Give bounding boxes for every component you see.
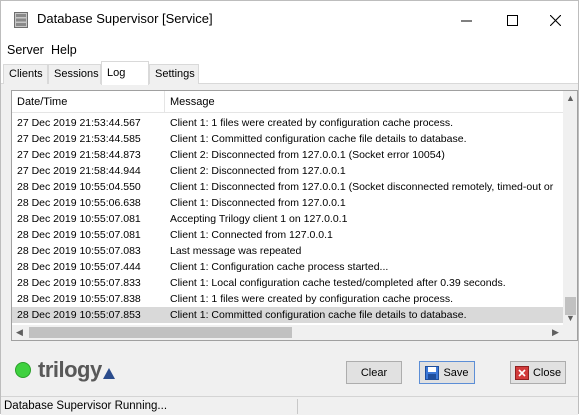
status-text: Database Supervisor Running... (4, 400, 168, 412)
log-cell-message: Client 2: Disconnected from 127.0.0.1 (170, 165, 346, 177)
vertical-scrollbar[interactable]: ▲ ▼ (563, 91, 577, 325)
status-bar: Database Supervisor Running... (1, 396, 578, 415)
log-grid[interactable]: Date/Time Message 27 Dec 2019 21:53:44.5… (11, 90, 578, 341)
logo-dot-icon (15, 362, 31, 378)
log-cell-datetime: 27 Dec 2019 21:53:44.585 (17, 133, 141, 145)
horizontal-scrollbar[interactable]: ◀ ▶ (12, 325, 577, 340)
log-cell-message: Client 1: Committed configuration cache … (170, 133, 467, 145)
close-window-button[interactable] (532, 1, 578, 39)
log-cell-datetime: 28 Dec 2019 10:55:07.083 (17, 245, 141, 257)
log-cell-message: Client 1: Disconnected from 127.0.0.1 (S… (170, 181, 554, 193)
log-row[interactable]: 28 Dec 2019 10:55:07.833 Client 1: Local … (12, 275, 563, 291)
horizontal-scroll-thumb[interactable] (29, 327, 292, 338)
tab-sessions[interactable]: Sessions (48, 64, 101, 84)
log-cell-datetime: 27 Dec 2019 21:58:44.944 (17, 165, 141, 177)
scroll-right-icon[interactable]: ▶ (552, 327, 559, 338)
column-header-datetime[interactable]: Date/Time (17, 96, 67, 108)
log-cell-datetime: 28 Dec 2019 10:55:07.081 (17, 213, 141, 225)
log-rows: 27 Dec 2019 21:53:44.567 Client 1: 1 file… (12, 115, 563, 323)
tab-settings[interactable]: Settings (149, 64, 199, 84)
log-cell-datetime: 27 Dec 2019 21:53:44.567 (17, 117, 141, 129)
clear-button[interactable]: Clear (346, 361, 402, 384)
menu-bar: Server Help (1, 39, 578, 61)
status-divider (297, 399, 298, 414)
log-cell-datetime: 28 Dec 2019 10:55:04.550 (17, 181, 141, 193)
log-cell-message: Client 1: Connected from 127.0.0.1 (170, 229, 333, 241)
log-cell-message: Client 1: Disconnected from 127.0.0.1 (170, 197, 346, 209)
scroll-up-icon[interactable]: ▲ (566, 93, 575, 103)
log-row[interactable]: 28 Dec 2019 10:55:04.550 Client 1: Discon… (12, 179, 563, 195)
database-icon (14, 12, 28, 28)
database-supervisor-window: Database Supervisor [Service] Server Hel… (0, 0, 579, 415)
tab-log[interactable]: Log (101, 61, 149, 85)
log-cell-datetime: 28 Dec 2019 10:55:07.833 (17, 277, 141, 289)
log-cell-datetime: 27 Dec 2019 21:58:44.873 (17, 149, 141, 161)
close-button-label: Close (532, 366, 562, 379)
close-icon (549, 14, 561, 26)
menu-help[interactable]: Help (51, 43, 77, 57)
grid-header: Date/Time Message (12, 91, 563, 113)
minimize-button[interactable] (443, 1, 489, 39)
log-cell-message: Client 1: 1 files were created by config… (170, 117, 454, 129)
scroll-down-icon[interactable]: ▼ (566, 313, 575, 323)
column-header-message[interactable]: Message (170, 96, 215, 108)
minimize-icon (460, 20, 472, 21)
trilogy-logo: trilogy (15, 357, 115, 382)
log-cell-message: Last message was repeated (170, 245, 302, 257)
log-cell-message: Client 1: Configuration cache process st… (170, 261, 389, 273)
save-button-label: Save (443, 366, 469, 379)
log-cell-datetime: 28 Dec 2019 10:55:06.638 (17, 197, 141, 209)
log-cell-message: Accepting Trilogy client 1 on 127.0.0.1 (170, 213, 348, 225)
maximize-icon (506, 14, 518, 26)
scroll-left-icon[interactable]: ◀ (16, 327, 23, 338)
log-cell-message: Client 1: Local configuration cache test… (170, 277, 506, 289)
log-row[interactable]: 28 Dec 2019 10:55:07.081 Client 1: Connec… (12, 227, 563, 243)
log-cell-message: Client 1: 1 files were created by config… (170, 293, 454, 305)
logo-text: trilogy (38, 357, 102, 382)
log-row[interactable]: 28 Dec 2019 10:55:07.838 Client 1: 1 file… (12, 291, 563, 307)
maximize-button[interactable] (489, 1, 535, 39)
log-cell-datetime: 28 Dec 2019 10:55:07.853 (17, 309, 141, 321)
log-cell-message: Client 1: Committed configuration cache … (170, 309, 467, 321)
floppy-disk-icon (425, 365, 440, 380)
window-title: Database Supervisor [Service] (37, 11, 213, 26)
menu-server[interactable]: Server (7, 43, 44, 57)
log-row[interactable]: 27 Dec 2019 21:53:44.567 Client 1: 1 file… (12, 115, 563, 131)
close-button[interactable]: Close (510, 361, 566, 384)
log-cell-message: Client 2: Disconnected from 127.0.0.1 (S… (170, 149, 445, 161)
log-row[interactable]: 28 Dec 2019 10:55:07.083 Last message was… (12, 243, 563, 259)
log-cell-datetime: 28 Dec 2019 10:55:07.838 (17, 293, 141, 305)
log-row[interactable]: 27 Dec 2019 21:58:44.944 Client 2: Discon… (12, 163, 563, 179)
log-row[interactable]: 28 Dec 2019 10:55:07.081 Accepting Trilog… (12, 211, 563, 227)
save-button[interactable]: Save (419, 361, 475, 384)
red-x-icon (514, 365, 529, 380)
clear-button-label: Clear (360, 366, 388, 379)
logo-triangle-icon (102, 367, 115, 379)
tab-strip: Clients Sessions Log Settings (1, 61, 578, 85)
title-bar[interactable]: Database Supervisor [Service] (1, 1, 578, 39)
log-row[interactable]: 27 Dec 2019 21:58:44.873 Client 2: Discon… (12, 147, 563, 163)
log-cell-datetime: 28 Dec 2019 10:55:07.081 (17, 229, 141, 241)
log-cell-datetime: 28 Dec 2019 10:55:07.444 (17, 261, 141, 273)
log-row[interactable]: 27 Dec 2019 21:53:44.585 Client 1: Commit… (12, 131, 563, 147)
log-row[interactable]: 28 Dec 2019 10:55:07.853 Client 1: Commit… (12, 307, 563, 323)
column-divider[interactable] (164, 91, 165, 113)
log-row[interactable]: 28 Dec 2019 10:55:07.444 Client 1: Config… (12, 259, 563, 275)
log-row[interactable]: 28 Dec 2019 10:55:06.638 Client 1: Discon… (12, 195, 563, 211)
tab-clients[interactable]: Clients (3, 64, 48, 84)
